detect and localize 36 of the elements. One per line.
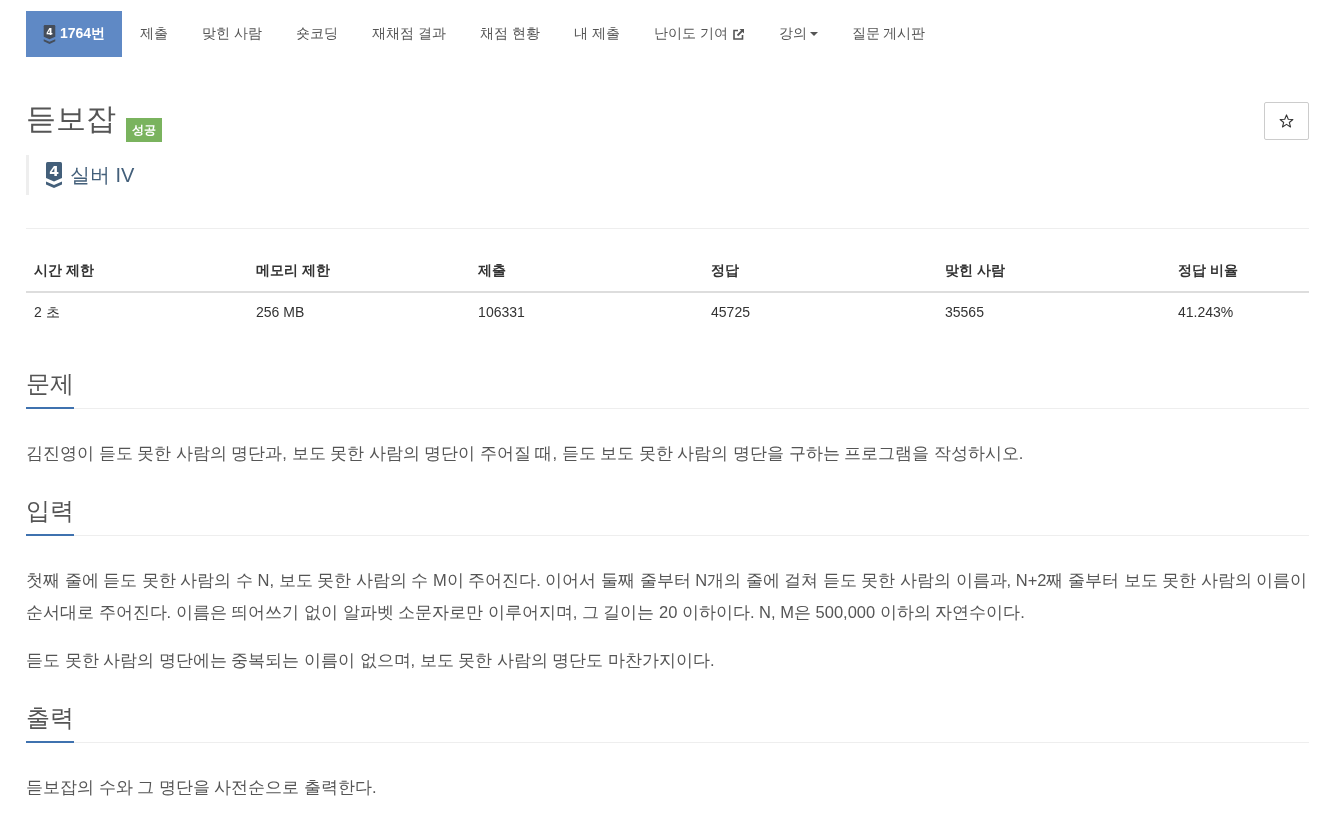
section-title: 문제 — [26, 367, 74, 409]
nav-tab[interactable]: 4 1764번 — [26, 11, 123, 57]
column-header: 맞힌 사람 — [937, 249, 1170, 292]
nav-tab[interactable]: 강의 — [762, 11, 834, 57]
table-cell: 41.243% — [1169, 292, 1309, 331]
nav-tab[interactable]: 제출 — [124, 11, 185, 57]
star-icon — [1279, 114, 1294, 128]
nav-tab[interactable]: 숏코딩 — [280, 11, 355, 57]
nav-tab[interactable]: 채점 현황 — [463, 11, 556, 57]
paragraph: 첫째 줄에 듣도 못한 사람의 수 N, 보도 못한 사람의 수 M이 주어진다. 이어서 둘째 줄부터 N개의 줄에 걸쳐 듣도 못한 사람의 이름과, N+2째 줄부터 보도 못한 사람의 이름이 순서대로 주어진다. 이름은 띄어쓰기 없이 알파벳 소문자로만 이루어지며, 그 길이는 20 이하이다. N, M은 500,000 이하의 자연수이다. — [26, 570, 1309, 623]
section-title: 입력 — [26, 494, 74, 536]
section-title: 출력 — [26, 701, 74, 743]
nav-tab[interactable]: 내 제출 — [557, 11, 636, 57]
column-header: 제출 — [470, 249, 704, 292]
problem-title: 듣보잡 — [26, 101, 116, 137]
nav-tab[interactable]: 질문 게시판 — [835, 11, 942, 57]
star-button[interactable] — [1264, 102, 1309, 140]
paragraph: 김진영이 듣도 못한 사람의 명단과, 보도 못한 사람의 명단이 주어질 때, 듣도 보도 못한 사람의 명단을 구하는 프로그램을 작성하시오. — [26, 443, 1025, 464]
table-cell: 45725 — [703, 292, 937, 331]
column-header: 정답 — [703, 249, 937, 292]
table-cell: 2 초 — [26, 292, 249, 331]
table-cell: 106331 — [470, 292, 704, 331]
column-header: 메모리 제한 — [248, 249, 471, 292]
result-badge: 성공 — [126, 118, 162, 142]
paragraph: 듣보잡의 수와 그 명단을 사전순으로 출력한다. — [26, 777, 378, 798]
table-cell: 256 MB — [248, 292, 471, 331]
external-link-icon — [731, 27, 745, 41]
nav-tab[interactable]: 맞힌 사람 — [186, 11, 279, 57]
table-cell: 35565 — [937, 292, 1170, 331]
nav-tab[interactable]: 재채점 결과 — [356, 11, 462, 57]
column-header: 시간 제한 — [26, 249, 249, 292]
nav-tab[interactable]: 난이도 기여 — [637, 11, 761, 57]
tier-name: 실버 IV — [70, 162, 135, 188]
paragraph: 듣도 못한 사람의 명단에는 중복되는 이름이 없으며, 보도 못한 사람의 명단도 마찬가지이다. — [26, 650, 716, 671]
caret-icon — [809, 32, 818, 36]
column-header: 정답 비율 — [1169, 249, 1309, 292]
